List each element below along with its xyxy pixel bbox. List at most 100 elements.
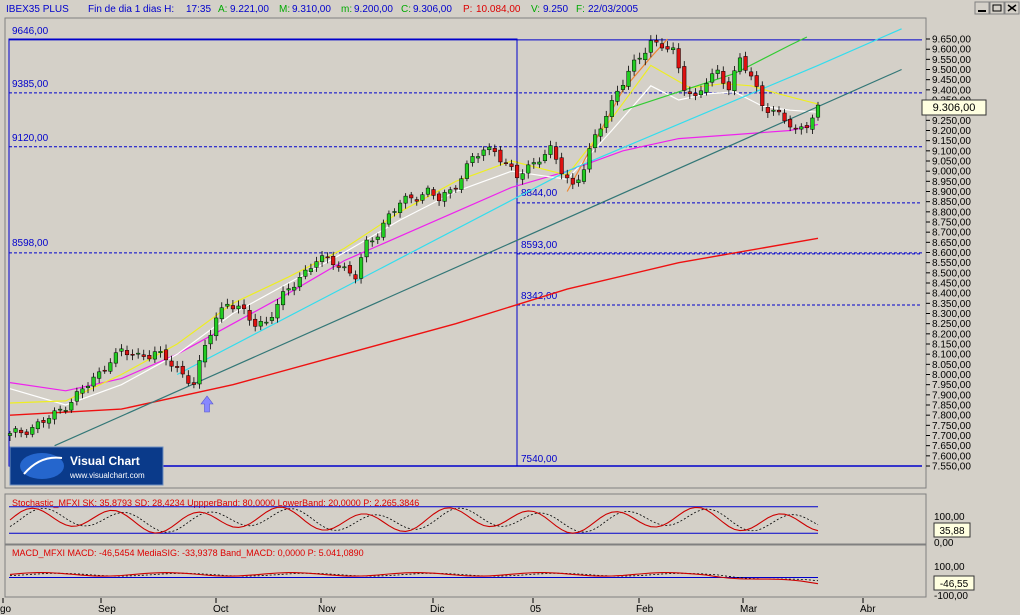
x-tick-label: 05	[530, 604, 542, 615]
candle-body	[509, 163, 514, 167]
candle-body	[671, 47, 676, 50]
candle-body	[726, 81, 731, 91]
candle-body	[225, 303, 230, 307]
candle-body	[314, 261, 319, 268]
macd-legend: MACD_MFXI MACD: -46,5454 MediaSIG: -33,9…	[12, 548, 364, 558]
info-symbol: IBEX35 PLUS	[6, 4, 69, 15]
candle-body	[721, 71, 726, 84]
candle-body	[637, 57, 642, 60]
candle-body	[130, 354, 135, 356]
candle-body	[191, 382, 196, 385]
candle-body	[710, 73, 715, 83]
candle-body	[554, 146, 559, 160]
stochastic-tick-bottom: 0,00	[934, 538, 954, 549]
candle-body	[698, 90, 704, 96]
candle-body	[788, 119, 793, 128]
candle-body	[258, 321, 263, 327]
candle-body	[13, 428, 18, 433]
info-f-label: F:	[576, 4, 585, 15]
candle-body	[771, 109, 776, 112]
candle-body	[30, 427, 35, 435]
candle-body	[548, 145, 553, 155]
candle-body	[542, 154, 548, 162]
candle-body	[336, 265, 341, 268]
last-price-label: 9.306,00	[933, 102, 976, 114]
info-v-label: V:	[531, 4, 540, 15]
y-tick-label: 7.550,00	[932, 462, 971, 473]
candle-body	[632, 59, 637, 72]
candle-body	[58, 408, 63, 411]
info-a-label: A:	[218, 4, 227, 15]
macd-last-value: -46,55	[940, 579, 969, 590]
candle-body	[648, 40, 653, 53]
candle-body	[737, 57, 743, 72]
candle-body	[403, 195, 408, 204]
minimize-button[interactable]	[974, 1, 990, 15]
candle-body	[470, 156, 475, 163]
candle-body	[464, 163, 469, 179]
candle-body	[693, 93, 698, 97]
x-tick-label: Oct	[213, 604, 229, 615]
candle-body	[158, 351, 163, 354]
candle-body	[515, 164, 520, 179]
level-label: 9120,00	[12, 133, 49, 144]
visualchart-logo: Visual Chart www.visualchart.com	[9, 446, 164, 486]
candle-body	[91, 376, 96, 387]
candle-body	[63, 410, 68, 412]
info-h-label: M:	[279, 4, 290, 15]
last-price-box: 9.306,00	[921, 99, 987, 116]
level-label: 8844,00	[521, 188, 558, 199]
candle-body	[331, 256, 336, 266]
candle-body	[359, 257, 364, 279]
candle-body	[275, 303, 280, 319]
candle-body	[793, 127, 798, 130]
macd-tick-bottom: -100,00	[934, 591, 968, 602]
x-tick-label: Dic	[430, 604, 444, 615]
candle-body	[476, 156, 481, 159]
candle-body	[353, 274, 358, 280]
candle-body	[308, 268, 313, 272]
maximize-button[interactable]	[989, 1, 1005, 15]
candle-body	[136, 352, 141, 355]
candle-body	[35, 421, 40, 430]
info-period: Fin de dia 1 dias H:	[88, 4, 174, 15]
candle-body	[453, 187, 458, 190]
candle-body	[102, 369, 107, 372]
candle-body	[609, 100, 614, 117]
candle-body	[219, 307, 224, 320]
candle-body	[236, 305, 241, 310]
candle-body	[180, 365, 185, 375]
candle-body	[386, 213, 391, 225]
candle-body	[364, 239, 369, 258]
logo-url: www.visualchart.com	[69, 471, 145, 480]
candle-body	[498, 149, 503, 163]
candle-body	[704, 83, 709, 93]
candle-body	[280, 291, 286, 306]
candle-body	[754, 75, 759, 87]
candle-body	[347, 265, 352, 274]
candle-body	[320, 255, 325, 262]
chart-window: IBEX35 PLUS Fin de dia 1 dias H: 17:35 A…	[0, 0, 1020, 615]
candle-body	[810, 117, 815, 130]
info-bar: IBEX35 PLUS Fin de dia 1 dias H: 17:35 A…	[6, 4, 638, 15]
close-button[interactable]	[1004, 1, 1020, 15]
info-f-value: 22/03/2005	[588, 4, 638, 15]
candle-body	[163, 349, 169, 361]
candle-body	[682, 66, 687, 91]
candle-body	[74, 391, 79, 402]
candle-body	[425, 187, 430, 195]
candle-body	[169, 360, 174, 367]
candle-body	[69, 402, 74, 411]
candle-body	[24, 431, 29, 435]
candle-body	[665, 46, 670, 50]
candle-body	[799, 126, 804, 130]
candle-body	[370, 240, 375, 243]
candle-body	[615, 90, 620, 102]
info-c-label: C:	[401, 4, 411, 15]
candle-body	[749, 71, 754, 77]
candle-body	[459, 178, 464, 190]
info-a-value: 9.221,00	[230, 4, 269, 15]
candle-body	[19, 429, 24, 434]
candle-body	[41, 420, 46, 423]
level-label: 8598,00	[12, 238, 49, 249]
